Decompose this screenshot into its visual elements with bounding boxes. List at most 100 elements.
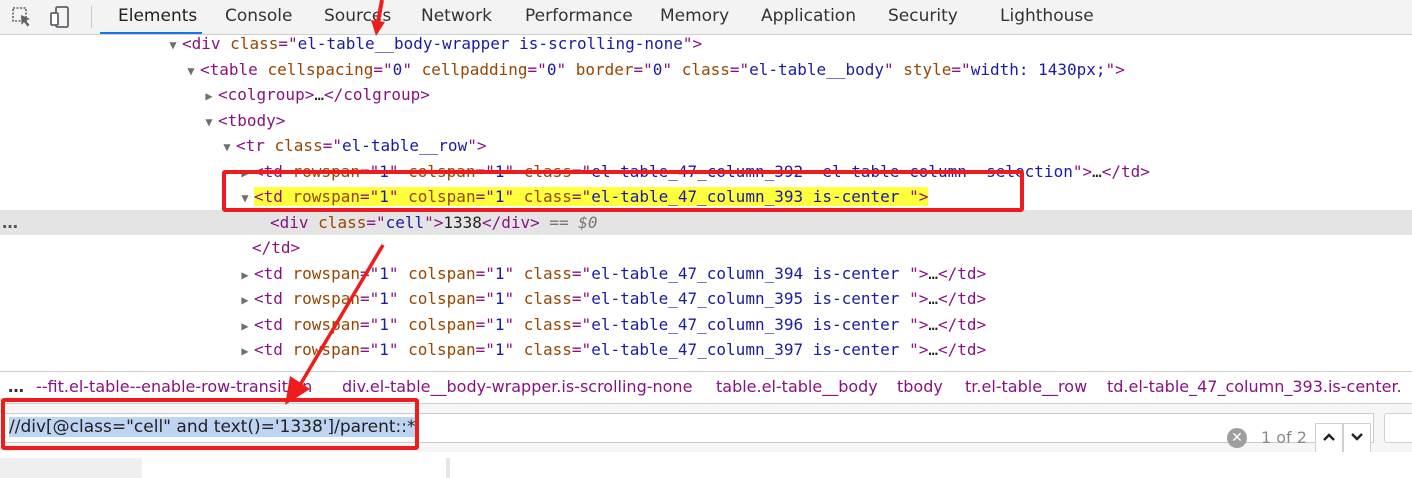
- bottom-panel: [0, 452, 1412, 478]
- token-val: 1: [379, 161, 389, 181]
- token-tag: <td: [254, 187, 293, 206]
- tab-elements[interactable]: Elements: [118, 0, 197, 34]
- token-tag: </td>: [252, 238, 301, 257]
- dom-node[interactable]: ▼ <tr class="el-table__row">: [0, 133, 1412, 159]
- expand-triangle-icon[interactable]: ▼: [236, 186, 254, 211]
- token-tag: =": [571, 340, 592, 359]
- tab-performance[interactable]: Performance: [525, 0, 633, 34]
- token-tag: <div: [182, 34, 231, 53]
- dom-node[interactable]: ▶ <td rowspan="1" colspan="1" class="el-t…: [0, 286, 1412, 312]
- tab-application[interactable]: Application: [761, 0, 856, 34]
- tab-lighthouse[interactable]: Lighthouse: [1000, 0, 1094, 34]
- token-tag: <td: [254, 340, 293, 359]
- token-val: 1: [379, 263, 389, 283]
- token-val: cell: [385, 212, 425, 232]
- dom-node-selected[interactable]: <div class="cell">1338</div> == $0…: [0, 209, 1412, 235]
- search-cancel-button[interactable]: [1384, 413, 1412, 443]
- token-tag: =": [373, 59, 393, 79]
- dom-node[interactable]: ▼ <tbody>: [0, 108, 1412, 134]
- tab-security[interactable]: Security: [888, 0, 958, 34]
- token-tag: ": [388, 340, 409, 359]
- expand-triangle-icon[interactable]: ▼: [164, 34, 182, 58]
- token-tag: =": [278, 34, 298, 53]
- breadcrumb-item[interactable]: tr.el-table__row: [965, 377, 1087, 396]
- tab-console[interactable]: Console: [225, 0, 293, 34]
- token-val: 1: [379, 340, 389, 359]
- token-tag: =": [359, 187, 380, 206]
- token-attr: colspan: [408, 187, 476, 206]
- dom-node[interactable]: ▶ <td rowspan="1" colspan="1" class="el-t…: [0, 261, 1412, 287]
- breadcrumb-item[interactable]: tbody: [897, 377, 943, 396]
- token-attr: rowspan: [292, 263, 360, 283]
- chevron-up-icon: [1323, 433, 1335, 441]
- node-markup: <td rowspan="1" colspan="1" class="el-ta…: [254, 162, 1150, 181]
- token-attr: class: [523, 289, 572, 308]
- token-txt: 1338: [443, 212, 482, 232]
- node-markup: </td>: [252, 238, 300, 257]
- match-count: 1 of 2: [1261, 428, 1307, 447]
- expand-triangle-icon[interactable]: ▼: [200, 110, 218, 135]
- token-val: el-table_47_column_392 el-table-column--…: [591, 161, 1073, 181]
- token-tag: =": [475, 289, 495, 308]
- dom-node[interactable]: </td>: [0, 235, 1412, 261]
- collapse-triangle-icon[interactable]: ▶: [236, 314, 254, 339]
- tab-network[interactable]: Network: [421, 0, 492, 34]
- collapse-triangle-icon[interactable]: ▶: [200, 84, 218, 109]
- search-input[interactable]: //div[@class="cell" and text()='1338']/p…: [4, 413, 1374, 453]
- token-tag: <colgroup>: [218, 85, 315, 104]
- token-tag: ">: [909, 289, 929, 308]
- token-tag: =": [951, 59, 971, 79]
- search-bar: //div[@class="cell" and text()='1338']/p…: [0, 403, 1412, 453]
- breadcrumb-item[interactable]: table.el-table__body: [716, 377, 878, 396]
- inspect-element-icon[interactable]: [10, 5, 36, 29]
- token-tag: =": [571, 263, 592, 283]
- dom-node[interactable]: ▼ <table cellspacing="0" cellpadding="0" …: [0, 57, 1412, 83]
- dom-node[interactable]: ▶ <td rowspan="1" colspan="1" class="el-t…: [0, 159, 1412, 185]
- token-tag: ">: [1072, 161, 1093, 181]
- collapse-triangle-icon[interactable]: ▶: [236, 161, 254, 186]
- token-attr: class: [318, 212, 367, 232]
- expand-triangle-icon[interactable]: ▼: [182, 59, 200, 84]
- expand-triangle-icon[interactable]: ▼: [218, 135, 236, 160]
- token-tag: ": [388, 314, 409, 334]
- dom-node[interactable]: ▼ <div class="el-table__body-wrapper is-s…: [0, 34, 1412, 57]
- token-tag: ": [388, 263, 409, 283]
- node-markup: <colgroup>…</colgroup>: [218, 85, 430, 104]
- collapse-triangle-icon[interactable]: ▶: [236, 263, 254, 288]
- token-tag: <td: [254, 314, 293, 334]
- breadcrumb-item[interactable]: td.el-table_47_column_393.is-center.: [1107, 377, 1402, 396]
- breadcrumb-overflow-icon[interactable]: …: [8, 377, 24, 396]
- token-tag: ": [504, 161, 524, 181]
- tab-sources[interactable]: Sources: [324, 0, 391, 34]
- node-markup: <tbody>: [218, 111, 285, 130]
- token-tag: =": [475, 161, 495, 181]
- collapse-triangle-icon[interactable]: ▶: [236, 288, 254, 313]
- token-tag: =": [571, 187, 592, 206]
- node-options-icon[interactable]: …: [2, 210, 19, 235]
- dom-node[interactable]: ▶ <td rowspan="1" colspan="1" class="el-t…: [0, 337, 1412, 363]
- dom-node[interactable]: ▼ <td rowspan="1" colspan="1" class="el-t…: [0, 184, 1412, 210]
- token-val: width: 1430px;: [970, 59, 1106, 79]
- dom-node[interactable]: ▶ <td rowspan="1" colspan="1" class="el-t…: [0, 312, 1412, 338]
- token-attr: colspan: [408, 314, 476, 334]
- dom-node[interactable]: ▶ <colgroup>…</colgroup>: [0, 82, 1412, 108]
- breadcrumb-item[interactable]: --fit.el-table--enable-row-transition: [36, 377, 312, 396]
- previous-match-button[interactable]: [1315, 423, 1343, 453]
- token-tag: =": [359, 340, 380, 359]
- device-toolbar-icon[interactable]: [48, 5, 74, 29]
- clear-search-icon[interactable]: ✕: [1227, 428, 1247, 448]
- token-tag: =": [359, 289, 380, 308]
- token-tag: </td>: [937, 263, 987, 283]
- token-tag: ": [388, 161, 409, 181]
- node-markup: <td rowspan="1" colspan="1" class="el-ta…: [254, 340, 986, 359]
- token-attr: style: [903, 59, 952, 79]
- token-tag: =": [475, 314, 495, 334]
- token-tag: =": [633, 59, 653, 79]
- token-attr: class: [523, 161, 572, 181]
- token-tag: </td>: [937, 314, 987, 334]
- collapse-triangle-icon[interactable]: ▶: [236, 339, 254, 364]
- token-tag: <td: [254, 263, 293, 283]
- tab-memory[interactable]: Memory: [660, 0, 729, 34]
- breadcrumb-item[interactable]: div.el-table__body-wrapper.is-scrolling-…: [342, 377, 692, 396]
- next-match-button[interactable]: [1343, 423, 1371, 453]
